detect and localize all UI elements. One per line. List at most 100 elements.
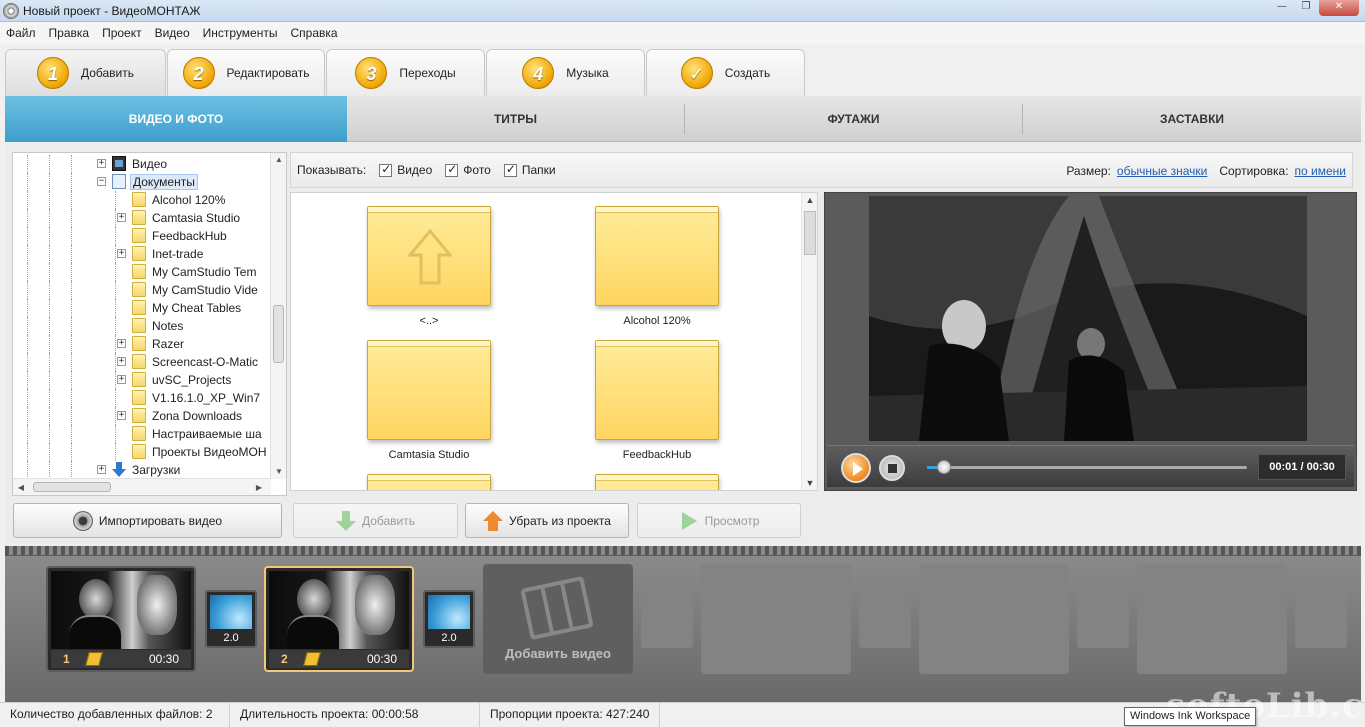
step-transitions-tab[interactable]: 3 Переходы (326, 49, 485, 96)
menu-edit[interactable]: Правка (49, 26, 90, 40)
folder-icon (132, 228, 146, 243)
tab-video-photo[interactable]: ВИДЕО И ФОТО (5, 96, 347, 142)
tree-guide-line (115, 209, 116, 227)
clip-info-bar: 2 00:30 (269, 650, 409, 668)
file-tile[interactable]: FeedbackHub (577, 340, 737, 461)
video-frame-image (869, 196, 1307, 441)
close-button[interactable]: ✕ (1319, 0, 1359, 16)
scrollbar-thumb[interactable] (804, 211, 816, 255)
tree-item[interactable]: + Razer (13, 335, 268, 353)
file-tile-up[interactable]: <..> (349, 206, 509, 327)
remove-from-project-button[interactable]: Убрать из проекта (465, 503, 629, 538)
timeline-clip[interactable]: 1 00:30 (46, 566, 196, 672)
tree-item[interactable]: + Inet-trade (13, 245, 268, 263)
tree-item[interactable]: Проекты ВидеоМОН (13, 443, 268, 461)
scrollbar-thumb[interactable] (33, 482, 111, 492)
expand-icon[interactable]: + (97, 465, 106, 474)
tree-vertical-scrollbar[interactable]: ▲ ▼ (270, 153, 286, 479)
expand-icon[interactable]: + (117, 213, 126, 222)
clip-number: 2 (281, 652, 288, 666)
expand-icon[interactable]: + (97, 159, 106, 168)
tree-horizontal-scrollbar[interactable]: ◀ ▶ (13, 478, 271, 495)
tree-item[interactable]: My Cheat Tables (13, 299, 268, 317)
file-tile[interactable]: Alcohol 120% (577, 206, 737, 327)
sort-link[interactable]: по имени (1295, 164, 1346, 178)
tree-guide-line (115, 335, 116, 353)
add-video-slot[interactable]: Добавить видео (483, 564, 633, 674)
collapse-icon[interactable]: − (97, 177, 106, 186)
tree-item-label: Razer (152, 337, 185, 351)
tree-item[interactable]: My CamStudio Tem (13, 263, 268, 281)
project-duration-status: Длительность проекта: 00:00:58 (230, 703, 480, 727)
step-music-tab[interactable]: 4 Музыка (486, 49, 645, 96)
tree-item[interactable]: + uvSC_Projects (13, 371, 268, 389)
menu-help[interactable]: Справка (290, 26, 337, 40)
expand-icon[interactable]: + (117, 249, 126, 258)
tree-item[interactable]: − Документы (13, 173, 268, 191)
file-tile-partial[interactable] (349, 474, 509, 490)
tree-item[interactable]: Notes (13, 317, 268, 335)
tab-titles[interactable]: ТИТРЫ (347, 96, 684, 142)
timeline-clip-selected[interactable]: 2 00:30 (264, 566, 414, 672)
scroll-up-arrow-icon[interactable]: ▲ (271, 153, 286, 167)
tab-intros[interactable]: ЗАСТАВКИ (1023, 96, 1361, 142)
tree-guide-line (49, 227, 50, 245)
step-create-tab[interactable]: ✓ Создать (646, 49, 805, 96)
expand-icon[interactable]: + (117, 339, 126, 348)
checkbox-checked-icon[interactable] (503, 162, 517, 177)
tree-item[interactable]: V1.16.1.0_XP_Win7 (13, 389, 268, 407)
video-checkbox[interactable]: Видео (379, 162, 432, 177)
maximize-button[interactable]: ❐ (1295, 0, 1317, 16)
step-number-badge: 1 (36, 57, 69, 89)
menu-video[interactable]: Видео (155, 26, 190, 40)
preview-button[interactable]: Просмотр (637, 503, 801, 538)
play-button[interactable] (841, 453, 871, 483)
checkbox-checked-icon[interactable] (379, 162, 393, 177)
folders-checkbox[interactable]: Папки (503, 162, 556, 177)
expand-icon[interactable]: + (117, 411, 126, 420)
scroll-up-arrow-icon[interactable]: ▲ (802, 195, 817, 205)
menu-file[interactable]: Файл (6, 26, 36, 40)
expand-icon[interactable]: + (117, 357, 126, 366)
step-add-tab[interactable]: 1 Добавить (5, 49, 166, 96)
tree-item[interactable]: + Screencast-O-Matic (13, 353, 268, 371)
seek-handle[interactable] (936, 460, 951, 474)
tree-item[interactable]: + Видео (13, 155, 268, 173)
edit-pencil-icon[interactable] (303, 652, 321, 666)
step-edit-tab[interactable]: 2 Редактировать (167, 49, 325, 96)
expand-icon[interactable]: + (117, 375, 126, 384)
add-button[interactable]: Добавить (293, 503, 458, 538)
tab-footage[interactable]: ФУТАЖИ (685, 96, 1022, 142)
minimize-button[interactable]: — (1271, 0, 1293, 16)
scroll-down-arrow-icon[interactable]: ▼ (802, 478, 817, 488)
transition-slot[interactable]: 2.0 (205, 590, 257, 648)
import-video-button[interactable]: Импортировать видео (13, 503, 282, 538)
menu-tools[interactable]: Инструменты (203, 26, 278, 40)
tree-item[interactable]: + Загрузки (13, 461, 268, 479)
tree-item[interactable]: Настраиваемые ша (13, 425, 268, 443)
tree-item[interactable]: FeedbackHub (13, 227, 268, 245)
scroll-down-arrow-icon[interactable]: ▼ (271, 465, 286, 479)
transition-slot[interactable]: 2.0 (423, 590, 475, 648)
tree-item[interactable]: + Zona Downloads (13, 407, 268, 425)
grid-scrollbar[interactable]: ▲ ▼ (801, 193, 817, 490)
edit-pencil-icon[interactable] (85, 652, 103, 666)
size-link[interactable]: обычные значки (1117, 164, 1207, 178)
scroll-right-arrow-icon[interactable]: ▶ (251, 479, 267, 495)
stop-button[interactable] (879, 455, 905, 481)
tree-item-label: Screencast-O-Matic (152, 355, 259, 369)
scroll-left-arrow-icon[interactable]: ◀ (13, 479, 29, 495)
photo-checkbox[interactable]: Фото (445, 162, 491, 177)
tree-item[interactable]: Alcohol 120% (13, 191, 268, 209)
menu-project[interactable]: Проект (102, 26, 142, 40)
seek-bar[interactable] (927, 460, 1247, 474)
window-controls: — ❐ ✕ (1269, 0, 1359, 16)
tree-item[interactable]: + Camtasia Studio (13, 209, 268, 227)
file-tile[interactable]: Camtasia Studio (349, 340, 509, 461)
webcam-icon (72, 510, 93, 531)
tree-item[interactable]: My CamStudio Vide (13, 281, 268, 299)
scrollbar-thumb[interactable] (273, 305, 284, 363)
checkbox-checked-icon[interactable] (445, 162, 459, 177)
tree-guide-line (49, 191, 50, 209)
file-tile-partial[interactable] (577, 474, 737, 490)
